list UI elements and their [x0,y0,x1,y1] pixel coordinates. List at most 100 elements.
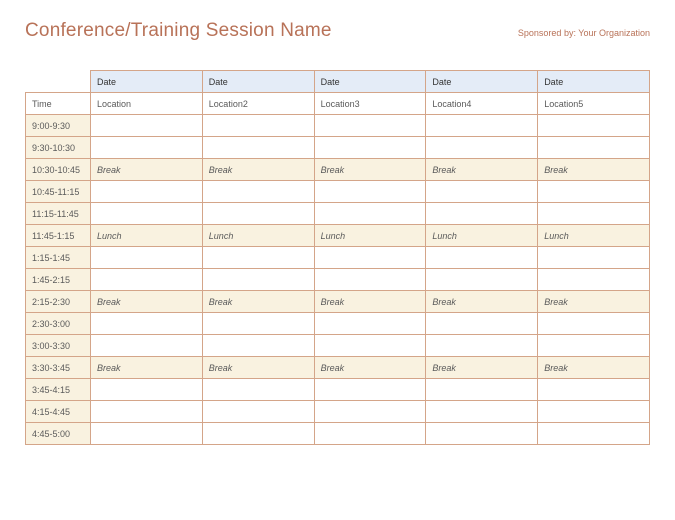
time-cell: 3:45-4:15 [26,379,91,401]
session-cell: Break [91,159,203,181]
session-cell: Lunch [538,225,650,247]
location-header: Location5 [538,93,650,115]
date-header: Date [538,71,650,93]
session-cell [538,115,650,137]
session-cell [91,269,203,291]
session-cell: Break [314,357,426,379]
session-cell [202,335,314,357]
time-cell: 10:30-10:45 [26,159,91,181]
session-cell [202,115,314,137]
session-cell [202,401,314,423]
session-cell [538,335,650,357]
session-cell: Break [91,291,203,313]
session-cell [202,423,314,445]
session-cell [91,313,203,335]
page-title: Conference/Training Session Name [25,20,332,42]
table-row: 11:15-11:45 [26,203,650,225]
table-row: 1:45-2:15 [26,269,650,291]
session-cell: Break [202,357,314,379]
time-label: Time [26,93,91,115]
session-cell [426,401,538,423]
session-cell [538,181,650,203]
session-cell [202,247,314,269]
session-cell [202,181,314,203]
session-cell [91,423,203,445]
table-row: 3:30-3:45BreakBreakBreakBreakBreak [26,357,650,379]
time-cell: 1:15-1:45 [26,247,91,269]
table-row: 2:15-2:30BreakBreakBreakBreakBreak [26,291,650,313]
session-cell [202,137,314,159]
date-header-row: Date Date Date Date Date [26,71,650,93]
date-header: Date [426,71,538,93]
session-cell [538,423,650,445]
session-cell [202,269,314,291]
session-cell [314,335,426,357]
session-cell [314,115,426,137]
session-cell [538,203,650,225]
time-cell: 4:45-5:00 [26,423,91,445]
session-cell: Break [202,291,314,313]
date-header: Date [202,71,314,93]
session-cell [202,313,314,335]
time-cell: 2:15-2:30 [26,291,91,313]
session-cell [426,203,538,225]
schedule-table: Date Date Date Date Date Time Location L… [25,70,650,445]
session-cell: Break [538,357,650,379]
session-cell: Lunch [426,225,538,247]
session-cell [91,203,203,225]
session-cell [314,379,426,401]
session-cell: Break [202,159,314,181]
session-cell: Break [538,291,650,313]
session-cell [314,181,426,203]
session-cell: Lunch [91,225,203,247]
session-cell: Break [426,291,538,313]
session-cell: Break [426,357,538,379]
location-header: Location [91,93,203,115]
session-cell [426,379,538,401]
session-cell [91,247,203,269]
table-row: 9:30-10:30 [26,137,650,159]
time-cell: 1:45-2:15 [26,269,91,291]
time-cell: 4:15-4:45 [26,401,91,423]
session-cell [426,115,538,137]
session-cell [91,401,203,423]
session-cell [314,401,426,423]
session-cell [426,247,538,269]
time-cell: 3:30-3:45 [26,357,91,379]
session-cell [91,335,203,357]
session-cell: Break [314,159,426,181]
location-header: Location2 [202,93,314,115]
table-row: 10:45-11:15 [26,181,650,203]
session-cell [538,269,650,291]
session-cell [426,313,538,335]
session-cell [538,313,650,335]
table-row: 10:30-10:45BreakBreakBreakBreakBreak [26,159,650,181]
time-cell: 3:00-3:30 [26,335,91,357]
session-cell [314,423,426,445]
session-cell: Break [91,357,203,379]
location-header-row: Time Location Location2 Location3 Locati… [26,93,650,115]
session-cell [314,203,426,225]
session-cell: Lunch [314,225,426,247]
session-cell [538,401,650,423]
header: Conference/Training Session Name Sponsor… [25,20,650,42]
corner-cell [26,71,91,93]
location-header: Location4 [426,93,538,115]
session-cell [202,203,314,225]
time-cell: 11:15-11:45 [26,203,91,225]
session-cell [91,181,203,203]
session-cell [538,379,650,401]
session-cell [314,247,426,269]
session-cell [91,115,203,137]
time-cell: 10:45-11:15 [26,181,91,203]
table-row: 3:00-3:30 [26,335,650,357]
table-row: 11:45-1:15LunchLunchLunchLunchLunch [26,225,650,247]
table-row: 9:00-9:30 [26,115,650,137]
table-row: 2:30-3:00 [26,313,650,335]
session-cell [314,137,426,159]
time-cell: 11:45-1:15 [26,225,91,247]
session-cell [314,269,426,291]
session-cell [426,423,538,445]
session-cell [426,181,538,203]
table-row: 1:15-1:45 [26,247,650,269]
